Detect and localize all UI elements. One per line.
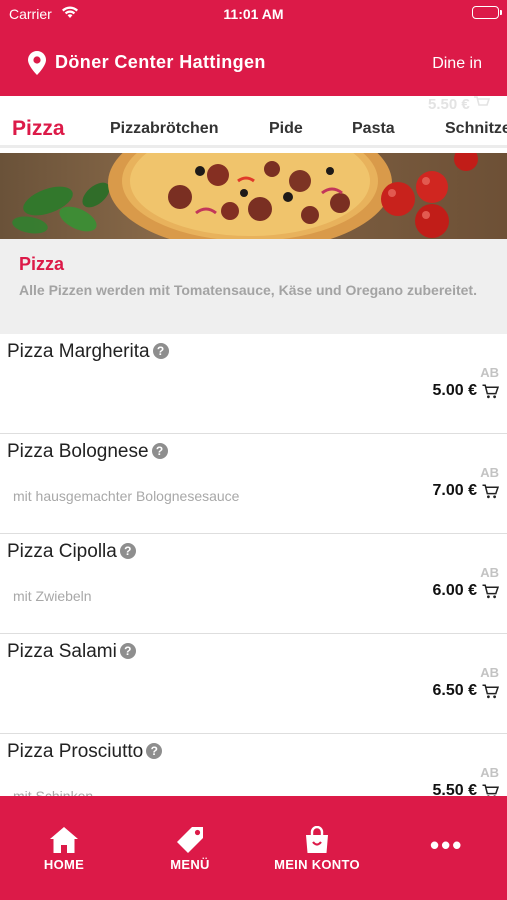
product-price: 6.50 € — [432, 682, 477, 699]
product-name-wrap: Pizza Margherita? — [7, 341, 169, 363]
tab-pizza[interactable]: Pizza — [12, 117, 65, 141]
nav-home[interactable]: HOME — [4, 826, 124, 872]
status-bar: Carrier 11:01 AM — [0, 0, 507, 28]
shopping-bag-icon — [306, 826, 328, 853]
category-description: Alle Pizzen werden mit Tomatensauce, Käs… — [19, 282, 477, 298]
info-icon[interactable]: ? — [151, 443, 168, 459]
product-name: Pizza Prosciutto — [7, 741, 144, 762]
product-name: Pizza Margherita — [7, 341, 150, 362]
product-list: Pizza Margherita? AB 5.00 € Pizza Bologn… — [0, 334, 507, 796]
product-row[interactable]: Pizza Bolognese? mit hausgemachter Bolog… — [0, 434, 507, 534]
category-info: Pizza Alle Pizzen werden mit Tomatensauc… — [0, 239, 507, 334]
clock: 11:01 AM — [223, 6, 284, 22]
tab-pasta[interactable]: Pasta — [352, 120, 395, 138]
more-icon[interactable]: ••• — [430, 832, 463, 858]
bottom-navigation: HOME MENÜ MEIN KONTO ••• — [0, 796, 507, 900]
price-prefix: AB — [480, 765, 499, 780]
category-hero-image — [0, 153, 507, 239]
tab-schnitzel[interactable]: Schnitze — [445, 120, 507, 138]
cart-icon[interactable] — [482, 484, 500, 504]
info-icon[interactable]: ? — [146, 743, 163, 759]
pizza — [108, 153, 392, 239]
product-description: mit Schinken — [13, 788, 94, 796]
product-name-wrap: Pizza Cipolla? — [7, 541, 136, 563]
product-name: Pizza Cipolla — [7, 541, 117, 562]
app-header: Carrier 11:01 AM Döner Center Hattingen … — [0, 0, 507, 96]
price-prefix: AB — [480, 365, 499, 380]
store-name[interactable]: Döner Center Hattingen — [55, 52, 266, 73]
product-description: mit Zwiebeln — [13, 588, 92, 604]
location-pin-icon[interactable] — [28, 51, 46, 80]
ghost-price: 5.50 € — [428, 96, 491, 113]
cart-icon[interactable] — [482, 384, 500, 404]
basil-leaves — [12, 182, 110, 234]
product-row[interactable]: Pizza Salami? AB 6.50 € — [0, 634, 507, 734]
nav-home-label: HOME — [43, 857, 85, 872]
tag-icon — [177, 827, 203, 853]
product-name: Pizza Salami — [7, 641, 117, 662]
nav-menu[interactable]: MENÜ — [130, 826, 250, 872]
cart-icon[interactable] — [482, 684, 500, 704]
category-title: Pizza — [19, 254, 65, 274]
dine-in-toggle[interactable]: Dine in — [432, 55, 482, 73]
info-icon[interactable]: ? — [152, 343, 169, 359]
tab-pizzabroetchen[interactable]: Pizzabrötchen — [110, 120, 218, 138]
nav-account[interactable]: MEIN KONTO — [257, 826, 377, 872]
battery-icon — [472, 6, 502, 19]
info-icon[interactable]: ? — [119, 643, 136, 659]
info-icon[interactable]: ? — [119, 543, 136, 559]
product-price: 5.50 € — [432, 782, 477, 796]
product-price: 7.00 € — [432, 482, 477, 499]
product-row[interactable]: Pizza Margherita? AB 5.00 € — [0, 334, 507, 434]
product-row[interactable]: Pizza Cipolla? mit Zwiebeln AB 6.00 € — [0, 534, 507, 634]
product-description: mit hausgemachter Bolognesesauce — [13, 488, 240, 504]
tab-pide[interactable]: Pide — [269, 120, 303, 138]
nav-account-label: MEIN KONTO — [274, 857, 360, 872]
title-bar: Döner Center Hattingen Dine in — [0, 38, 507, 88]
product-name-wrap: Pizza Bolognese? — [7, 441, 168, 463]
nav-menu-label: MENÜ — [170, 857, 210, 872]
cart-icon[interactable] — [482, 784, 500, 796]
price-prefix: AB — [480, 665, 499, 680]
product-name-wrap: Pizza Prosciutto? — [7, 741, 163, 763]
home-icon — [50, 827, 78, 853]
product-row[interactable]: Pizza Prosciutto? mit Schinken AB 5.50 € — [0, 734, 507, 796]
price-prefix: AB — [480, 465, 499, 480]
price-prefix: AB — [480, 565, 499, 580]
product-price: 6.00 € — [432, 582, 477, 599]
category-tabs: 5.50 € Pizza Pizzabrötchen Pide Pasta Sc… — [0, 96, 507, 148]
product-name: Pizza Bolognese — [7, 441, 149, 462]
product-name-wrap: Pizza Salami? — [7, 641, 136, 663]
tomatoes — [381, 153, 478, 238]
product-price: 5.00 € — [432, 382, 477, 399]
cart-icon[interactable] — [482, 584, 500, 604]
